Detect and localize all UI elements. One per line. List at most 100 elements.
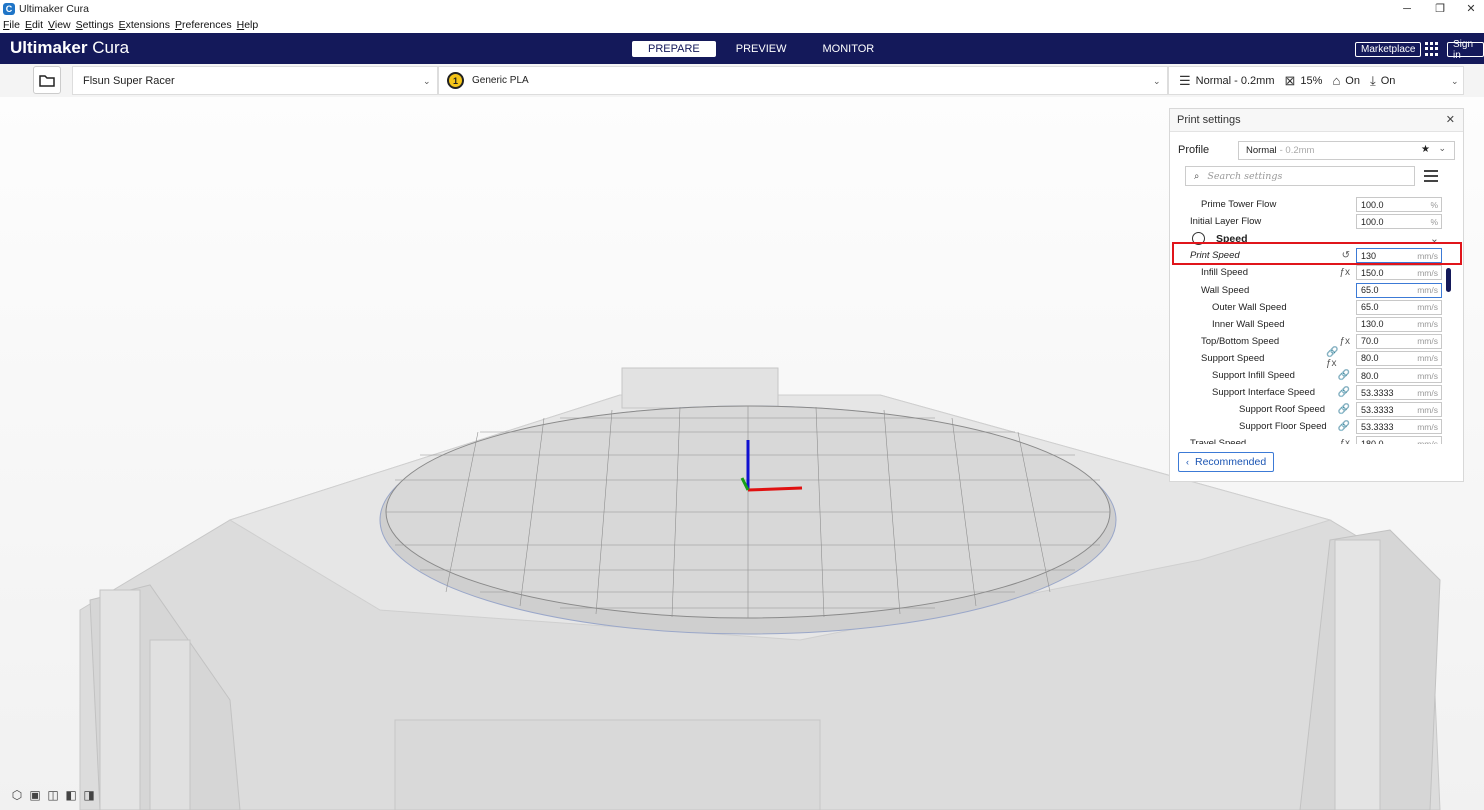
view-right-icon[interactable]: ◨ (82, 788, 96, 802)
close-icon[interactable]: ✕ (1446, 113, 1455, 126)
setting-row[interactable]: Support Infill Speed 🔗 80.0 mm/s (1170, 367, 1454, 384)
cura-app-icon: C (3, 2, 15, 15)
print-settings-panel: Print settings ✕ Profile Normal - 0.2mm ★… (1169, 108, 1464, 482)
tab-prepare[interactable]: PREPARE (632, 41, 716, 57)
chevron-down-icon: ⌄ (423, 76, 431, 86)
search-icon: ⌕ (1194, 170, 1200, 182)
chevron-down-icon: ⌄ (1451, 76, 1459, 86)
panel-header: Print settings ✕ (1170, 109, 1463, 132)
menu-extensions[interactable]: Extensions (119, 19, 170, 31)
sign-in-button[interactable]: Sign in (1447, 39, 1484, 61)
setting-value: 53.3333 (1361, 421, 1394, 432)
view-front-icon[interactable]: ▣ (28, 788, 42, 802)
printer-selector[interactable]: Flsun Super Racer ⌄ (72, 66, 438, 95)
settings-visibility-menu-icon[interactable] (1424, 170, 1438, 182)
setting-state-icons[interactable]: ƒx (1326, 438, 1350, 444)
support-summary: ⌂ On (1332, 73, 1360, 88)
setting-label: Support Interface Speed (1212, 387, 1315, 399)
setting-row[interactable]: Outer Wall Speed 65.0 mm/s (1170, 299, 1454, 316)
setting-state-icons[interactable]: ƒx (1326, 336, 1350, 347)
setting-value-input[interactable]: 80.0 mm/s (1356, 368, 1442, 383)
menu-settings[interactable]: Settings (76, 19, 114, 31)
search-settings-input[interactable]: ⌕ Search settings (1185, 166, 1415, 186)
setting-value-input[interactable]: 150.0 mm/s (1356, 265, 1442, 281)
marketplace-button[interactable]: Marketplace (1355, 42, 1422, 57)
setting-value-input[interactable]: 65.0 mm/s (1356, 282, 1442, 298)
setting-value-input[interactable]: 53.3333 mm/s (1356, 402, 1442, 418)
setting-row[interactable]: Travel Speed ƒx 180.0 mm/s (1170, 435, 1454, 444)
menu-edit[interactable]: Edit (25, 19, 43, 31)
menu-bar: File Edit View Settings Extensions Prefe… (0, 17, 1484, 33)
setting-unit: mm/s (1417, 267, 1438, 278)
setting-row[interactable]: Support Roof Speed 🔗 53.3333 mm/s (1170, 401, 1454, 418)
highlight-annotation (1172, 242, 1462, 265)
setting-value: 53.3333 (1361, 387, 1394, 398)
setting-row[interactable]: Infill Speed ƒx 150.0 mm/s (1170, 264, 1454, 281)
setting-row[interactable]: Inner Wall Speed 130.0 mm/s (1170, 316, 1454, 333)
setting-label: Wall Speed (1201, 284, 1250, 296)
restore-button[interactable]: ❐ (1425, 0, 1455, 17)
print-settings-summary[interactable]: ☰ Normal - 0.2mm ⊠ 15% ⌂ On ⤓ On ⌄ (1168, 66, 1464, 95)
setting-row[interactable]: Prime Tower Flow 100.0% (1170, 196, 1454, 213)
star-icon: ★ (1421, 143, 1430, 155)
setting-row[interactable]: Top/Bottom Speed ƒx 70.0 mm/s (1170, 333, 1454, 350)
setting-label: Support Speed (1201, 352, 1265, 364)
setting-unit: % (1430, 199, 1438, 210)
setting-unit: mm/s (1417, 370, 1438, 381)
setting-state-icons[interactable]: 🔗 (1326, 370, 1350, 381)
menu-help[interactable]: Help (237, 19, 259, 31)
setting-row[interactable]: Support Speed 🔗 ƒx 80.0 mm/s (1170, 347, 1454, 369)
setting-state-icons[interactable]: 🔗 (1326, 421, 1350, 432)
setting-row[interactable]: Support Interface Speed 🔗 53.3333 mm/s (1170, 384, 1454, 401)
folder-icon (39, 74, 55, 87)
setting-state-icons[interactable]: 🔗 (1326, 404, 1350, 415)
setting-row[interactable]: Initial Layer Flow 100.0% (1170, 213, 1454, 230)
menu-preferences[interactable]: Preferences (175, 19, 232, 31)
setting-value-input[interactable]: 100.0% (1356, 197, 1442, 212)
material-selector[interactable]: 1 Generic PLA ⌄ (438, 66, 1168, 95)
minimize-button[interactable]: ─ (1392, 0, 1422, 17)
setting-value-input[interactable]: 53.3333 mm/s (1356, 419, 1442, 435)
setting-value-input[interactable]: 70.0 mm/s (1356, 333, 1442, 349)
infill-summary: ⊠ 15% (1284, 72, 1323, 88)
setting-unit: mm/s (1417, 421, 1438, 432)
setting-unit: mm/s (1417, 387, 1438, 398)
setting-value-input[interactable]: 65.0 mm/s (1356, 299, 1442, 315)
setting-value-input[interactable]: 100.0% (1356, 214, 1442, 230)
apps-grid-icon[interactable] (1425, 42, 1439, 56)
view-3d-icon[interactable]: ⬡ (10, 788, 24, 802)
recommended-button[interactable]: ‹ Recommended (1178, 452, 1275, 472)
setting-unit: mm/s (1417, 404, 1438, 415)
profile-summary: ☰ Normal - 0.2mm (1179, 72, 1275, 88)
tab-preview[interactable]: PREVIEW (720, 41, 803, 57)
setting-value-input[interactable]: 80.0 mm/s (1356, 350, 1442, 366)
support-icon: ⌂ (1332, 73, 1341, 88)
setting-value-input[interactable]: 130.0 mm/s (1356, 316, 1442, 332)
profile-row: Profile Normal - 0.2mm ★ ⌄ (1178, 140, 1455, 160)
open-file-button[interactable] (33, 66, 61, 94)
setting-state-icons[interactable]: 🔗 (1326, 387, 1350, 398)
close-window-button[interactable]: ✕ (1456, 0, 1484, 17)
settings-scrollbar[interactable] (1446, 268, 1451, 292)
setting-row[interactable]: Support Floor Speed 🔗 53.3333 mm/s (1170, 418, 1454, 435)
setting-value-input[interactable]: 180.0 mm/s (1356, 436, 1442, 444)
menu-view[interactable]: View (48, 19, 71, 31)
setting-label: Support Roof Speed (1239, 404, 1326, 416)
setting-value: 180.0 (1361, 438, 1384, 444)
setting-unit: mm/s (1417, 319, 1438, 330)
profile-selector[interactable]: Normal - 0.2mm ★ ⌄ (1238, 140, 1455, 160)
tab-monitor[interactable]: MONITOR (807, 41, 891, 57)
setting-label: Top/Bottom Speed (1201, 335, 1280, 347)
extruder-badge: 1 (447, 72, 464, 89)
setting-value-input[interactable]: 53.3333 mm/s (1356, 385, 1442, 401)
setting-label: Initial Layer Flow (1190, 216, 1262, 228)
setting-value: 53.3333 (1361, 404, 1394, 415)
setting-state-icons[interactable]: ƒx (1326, 267, 1350, 278)
view-orientation-toolbar: ⬡ ▣ ◫ ◧ ◨ (10, 788, 96, 802)
material-name: Generic PLA (472, 75, 529, 86)
view-top-icon[interactable]: ◫ (46, 788, 60, 802)
setting-row[interactable]: Wall Speed 65.0 mm/s (1170, 282, 1454, 299)
view-left-icon[interactable]: ◧ (64, 788, 78, 802)
menu-file[interactable]: File (3, 19, 20, 31)
setting-label: Outer Wall Speed (1212, 301, 1287, 313)
